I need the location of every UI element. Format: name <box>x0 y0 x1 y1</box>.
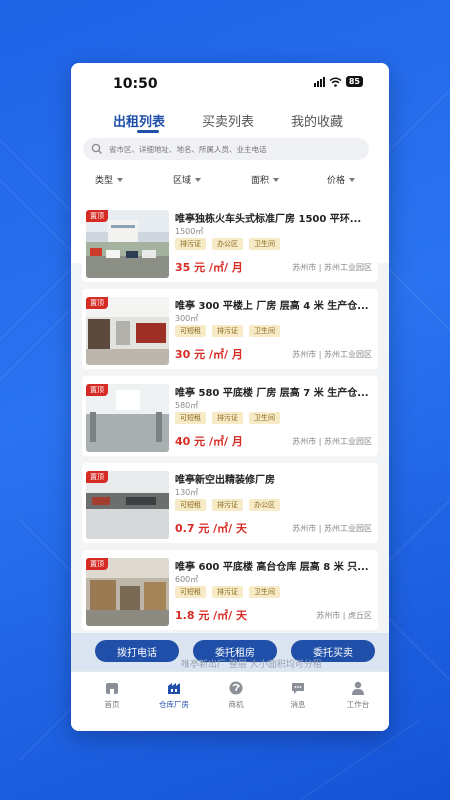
listing-location: 苏州市 | 苏州工业园区 <box>292 437 372 446</box>
listing-photo: 置顶 <box>86 471 169 539</box>
listing-tags: 可短租 排污证 办公区 <box>175 499 280 511</box>
listing-card[interactable]: 置顶 唯亭新空出精装修厂房 130㎡ 可短租 排污证 办公区 0.7 元 /㎡/… <box>82 463 378 543</box>
listing-price: 35 元 /㎡/ 月 <box>175 261 243 274</box>
nav-workbench[interactable]: 工作台 <box>333 680 383 710</box>
listing-title: 唯亭新空出精装修厂房 <box>175 475 275 486</box>
filter-bar: 类型 区域 面积 价格 <box>71 173 389 193</box>
tab-bar: 出租列表 买卖列表 我的收藏 <box>71 107 389 137</box>
message-icon <box>292 683 304 694</box>
listing-title: 唯亭 580 平底楼 厂房 层高 7 米 生产仓... <box>175 388 369 399</box>
listing-tag: 卫生间 <box>249 325 280 337</box>
chevron-down-icon <box>349 177 356 182</box>
active-tab-indicator <box>137 130 159 133</box>
nav-warehouse[interactable]: 仓库厂房 <box>149 680 199 710</box>
filter-region[interactable]: 区域 <box>173 173 202 186</box>
nav-home[interactable]: 首页 <box>87 680 137 710</box>
battery-icon: 85 <box>345 76 363 87</box>
bottom-nav: 首页 仓库厂房 商机 消息 工作台 <box>71 671 389 731</box>
signal-icon <box>313 76 325 87</box>
listing-title: 唯亭独栋火车头式标准厂房 1500 平环... <box>175 214 362 225</box>
listing-tag: 可短租 <box>175 325 206 337</box>
filter-price[interactable]: 价格 <box>327 173 356 186</box>
wifi-icon <box>329 77 342 87</box>
listing-area: 1500㎡ <box>175 227 204 236</box>
filter-area[interactable]: 面积 <box>251 173 280 186</box>
listing-area: 600㎡ <box>175 575 199 584</box>
listing-location: 苏州市 | 苏州工业园区 <box>292 524 372 533</box>
tab-sale-list[interactable]: 买卖列表 <box>202 111 254 130</box>
listing-card[interactable]: 置顶 唯亭 580 平底楼 厂房 层高 7 米 生产仓... 580㎡ 可短租 … <box>82 376 378 456</box>
listing-price: 40 元 /㎡/ 月 <box>175 435 243 448</box>
nav-message[interactable]: 消息 <box>273 680 323 710</box>
chevron-down-icon <box>273 177 280 182</box>
tab-favorites[interactable]: 我的收藏 <box>291 111 343 130</box>
search-input[interactable] <box>107 143 361 155</box>
listing-tags: 可短租 排污证 卫生间 <box>175 412 280 424</box>
top-badge: 置顶 <box>86 297 108 309</box>
listing-tag: 排污证 <box>212 325 243 337</box>
listing-location: 苏州市 | 虎丘区 <box>316 611 372 620</box>
filter-type[interactable]: 类型 <box>95 173 124 186</box>
listing-area: 580㎡ <box>175 401 199 410</box>
phone-frame: 10:50 85 出租列表 买卖列表 我的收藏 类型 区 <box>71 63 389 731</box>
listing-location: 苏州市 | 苏州工业园区 <box>292 263 372 272</box>
search-bar[interactable] <box>83 138 369 160</box>
listing-photo: 置顶 <box>86 210 169 278</box>
nav-opportunity[interactable]: 商机 <box>211 680 261 710</box>
listing-photo: 置顶 <box>86 384 169 452</box>
profile-icon <box>352 681 364 695</box>
listing-tag: 卫生间 <box>249 238 280 250</box>
status-time: 10:50 <box>113 76 158 92</box>
top-badge: 置顶 <box>86 384 108 396</box>
top-badge: 置顶 <box>86 210 108 222</box>
tab-rent-list[interactable]: 出租列表 <box>113 111 165 130</box>
listing-photo: 置顶 <box>86 297 169 365</box>
listing-tag: 排污证 <box>175 238 206 250</box>
top-badge: 置顶 <box>86 558 108 570</box>
listing-photo: 置顶 <box>86 558 169 626</box>
search-icon <box>91 143 102 154</box>
listing-tags: 排污证 办公区 卫生间 <box>175 238 280 250</box>
partial-listing-title: 唯亭新出厂 整层 大小面积均可分租 <box>181 660 322 670</box>
listing-area: 300㎡ <box>175 314 199 323</box>
listing-tag: 排污证 <box>212 412 243 424</box>
opportunity-icon <box>229 681 243 695</box>
chevron-down-icon <box>195 177 202 182</box>
listing-card[interactable]: 置顶 唯亭 600 平底楼 高台仓库 层高 8 米 只... 600㎡ 可短租 … <box>82 550 378 630</box>
listing-tag: 可短租 <box>175 499 206 511</box>
listing-card[interactable]: 置顶 唯亭独栋火车头式标准厂房 1500 平环... 1500㎡ 排污证 办公区… <box>82 202 378 282</box>
listing-tag: 卫生间 <box>249 586 280 598</box>
listing-price: 30 元 /㎡/ 月 <box>175 348 243 361</box>
listing-tag: 可短租 <box>175 412 206 424</box>
listing-tag: 办公区 <box>212 238 243 250</box>
home-icon <box>106 683 118 694</box>
listing-tag: 办公区 <box>249 499 280 511</box>
listing-tag: 排污证 <box>212 586 243 598</box>
listing-title: 唯亭 600 平底楼 高台仓库 层高 8 米 只... <box>175 562 369 573</box>
warehouse-icon <box>168 683 180 694</box>
listing-price: 1.8 元 /㎡/ 天 <box>175 609 248 622</box>
listing-tags: 可短租 排污证 卫生间 <box>175 586 280 598</box>
listing-tags: 可短租 排污证 卫生间 <box>175 325 280 337</box>
listing-tag: 可短租 <box>175 586 206 598</box>
listing-tag: 排污证 <box>212 499 243 511</box>
status-bar: 10:50 85 <box>71 63 389 103</box>
top-badge: 置顶 <box>86 471 108 483</box>
listing-area: 130㎡ <box>175 488 199 497</box>
listing-card[interactable]: 置顶 唯亭 300 平楼上 厂房 层高 4 米 生产仓... 300㎡ 可短租 … <box>82 289 378 369</box>
listing-tag: 卫生间 <box>249 412 280 424</box>
listing-price: 0.7 元 /㎡/ 天 <box>175 522 248 535</box>
chevron-down-icon <box>117 177 124 182</box>
listing-location: 苏州市 | 苏州工业园区 <box>292 350 372 359</box>
call-button[interactable]: 拨打电话 <box>95 640 179 662</box>
listing-title: 唯亭 300 平楼上 厂房 层高 4 米 生产仓... <box>175 301 369 312</box>
